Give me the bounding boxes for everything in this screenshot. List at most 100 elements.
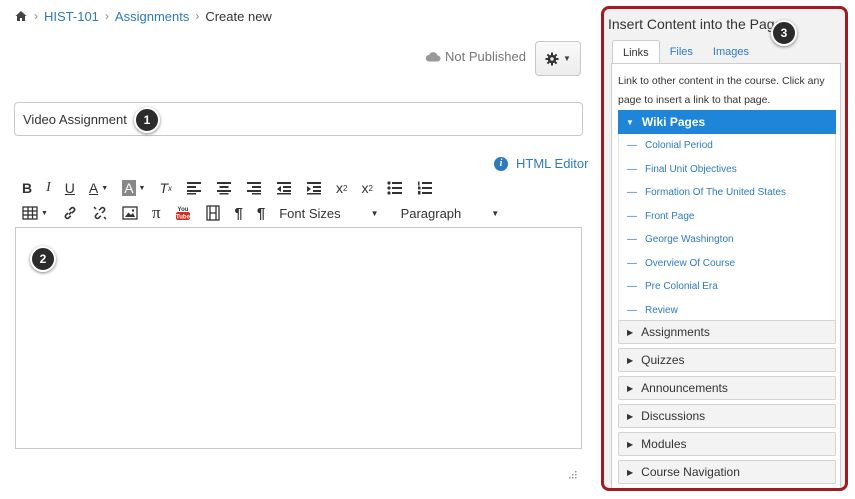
- assignment-title-input[interactable]: [14, 102, 583, 136]
- section-label: Discussions: [641, 409, 706, 423]
- html-editor-link[interactable]: i HTML Editor: [494, 156, 588, 171]
- insert-content-panel: Insert Content into the Page Links Files…: [601, 6, 848, 491]
- font-sizes-label: Font Sizes: [279, 205, 341, 221]
- breadcrumb-assignments-link[interactable]: Assignments: [115, 9, 189, 24]
- caret-down-icon: ▼: [563, 54, 571, 63]
- breadcrumb-current: Create new: [205, 8, 272, 24]
- list-item[interactable]: — Review: [619, 299, 835, 322]
- list-item[interactable]: — George Washington: [619, 228, 835, 252]
- callout-badge-1: 1: [134, 107, 160, 133]
- image-icon[interactable]: [122, 203, 138, 223]
- paragraph-format-select[interactable]: Paragraph ▼: [401, 206, 500, 221]
- panel-title: Insert Content into the Page: [608, 16, 783, 32]
- text-color-icon: A: [88, 180, 99, 196]
- subscript-button[interactable]: x2: [362, 178, 373, 198]
- cloud-icon: [425, 52, 441, 62]
- gear-icon: [545, 52, 559, 65]
- bold-button[interactable]: B: [22, 178, 32, 198]
- dash-icon: —: [627, 210, 637, 222]
- align-center-icon[interactable]: [216, 178, 232, 198]
- links-help-text: Link to other content in the course. Cli…: [618, 75, 825, 106]
- caret-down-icon: ▼: [370, 208, 379, 218]
- align-right-icon[interactable]: [246, 178, 262, 198]
- font-sizes-select[interactable]: Font Sizes ▼: [279, 206, 378, 221]
- wiki-page-link[interactable]: Colonial Period: [645, 140, 713, 151]
- caret-down-icon: ▼: [41, 209, 48, 217]
- table-button[interactable]: ▼: [22, 203, 48, 223]
- section-announcements[interactable]: ▶ Announcements: [618, 376, 836, 400]
- wiki-page-link[interactable]: Front Page: [645, 211, 694, 222]
- wiki-pages-header[interactable]: ▼ Wiki Pages: [618, 110, 836, 134]
- section-label: Quizzes: [641, 353, 685, 367]
- section-label: Announcements: [641, 381, 728, 395]
- italic-button[interactable]: I: [46, 178, 51, 198]
- tab-files[interactable]: Files: [660, 40, 703, 64]
- home-icon[interactable]: [14, 9, 28, 23]
- wiki-page-link[interactable]: Pre Colonial Era: [645, 281, 718, 292]
- publish-status[interactable]: Not Published: [425, 49, 526, 64]
- dash-icon: —: [627, 163, 637, 175]
- link-icon[interactable]: [62, 203, 78, 223]
- youtube-icon[interactable]: YouTube: [175, 203, 191, 223]
- content-sections: ▶ Assignments ▶ Quizzes ▶ Announcements ▶ Di…: [618, 320, 836, 488]
- clear-formatting-button[interactable]: Tx: [159, 178, 172, 198]
- table-icon: [22, 206, 38, 220]
- list-item[interactable]: — Final Unit Objectives: [619, 158, 835, 182]
- resize-grip-icon[interactable]: [569, 471, 577, 479]
- svg-text:Tube: Tube: [176, 215, 191, 221]
- breadcrumb-course-link[interactable]: HIST-101: [44, 9, 99, 24]
- wiki-page-link[interactable]: Final Unit Objectives: [645, 164, 737, 175]
- list-item[interactable]: — Formation Of The United States: [619, 181, 835, 205]
- bullet-list-icon[interactable]: [387, 178, 403, 198]
- list-item[interactable]: — Front Page: [619, 205, 835, 229]
- section-modules[interactable]: ▶ Modules: [618, 432, 836, 456]
- wiki-page-link[interactable]: George Washington: [645, 234, 734, 245]
- section-discussions[interactable]: ▶ Discussions: [618, 404, 836, 428]
- wiki-pages-list[interactable]: — Colonial Period — Final Unit Objectives …: [618, 134, 836, 322]
- rich-content-editor[interactable]: [15, 227, 582, 449]
- wiki-pages-label: Wiki Pages: [641, 115, 706, 129]
- caret-down-icon: ▼: [626, 117, 634, 127]
- caret-down-icon: ▼: [491, 208, 500, 218]
- editor-toolbar-row-2: ▼ π You Tube ¶ ¶ Font Sizes ▼ Paragraph ▼: [22, 203, 499, 223]
- tab-images[interactable]: Images: [703, 40, 759, 64]
- section-course-navigation[interactable]: ▶ Course Navigation: [618, 460, 836, 484]
- callout-badge-2: 2: [30, 246, 56, 272]
- wiki-page-link[interactable]: Review: [645, 305, 678, 316]
- numbered-list-icon[interactable]: [417, 178, 433, 198]
- caret-right-icon: ▶: [627, 439, 634, 449]
- ltr-direction-button[interactable]: ¶: [235, 203, 243, 223]
- outdent-icon[interactable]: [276, 178, 292, 198]
- media-icon[interactable]: [205, 203, 221, 223]
- background-color-icon: A: [122, 180, 136, 196]
- section-quizzes[interactable]: ▶ Quizzes: [618, 348, 836, 372]
- indent-icon[interactable]: [306, 178, 322, 198]
- list-item[interactable]: — Colonial Period: [619, 134, 835, 158]
- section-label: Modules: [641, 437, 687, 451]
- unlink-icon[interactable]: [92, 203, 108, 223]
- publish-status-label: Not Published: [445, 49, 526, 64]
- align-left-icon[interactable]: [186, 178, 202, 198]
- equation-button[interactable]: π: [152, 203, 161, 223]
- caret-right-icon: ▶: [627, 327, 634, 337]
- tab-links[interactable]: Links: [612, 40, 660, 64]
- panel-tabs: Links Files Images: [612, 40, 759, 64]
- background-color-button[interactable]: A ▼: [122, 178, 145, 198]
- caret-right-icon: ▶: [627, 411, 634, 421]
- wiki-page-link[interactable]: Formation Of The United States: [645, 187, 786, 198]
- settings-menu-button[interactable]: ▼: [535, 41, 581, 76]
- list-item[interactable]: — Pre Colonial Era: [619, 275, 835, 299]
- dash-icon: —: [627, 281, 637, 293]
- text-color-button[interactable]: A ▼: [89, 178, 108, 198]
- info-icon: i: [494, 156, 508, 171]
- rtl-direction-button[interactable]: ¶: [257, 203, 265, 223]
- wiki-page-link[interactable]: Overview Of Course: [645, 258, 735, 269]
- section-assignments[interactable]: ▶ Assignments: [618, 320, 836, 344]
- list-item[interactable]: — Overview Of Course: [619, 252, 835, 276]
- superscript-button[interactable]: x2: [336, 178, 347, 198]
- dash-icon: —: [627, 187, 637, 199]
- chevron-right-icon: ›: [195, 9, 200, 23]
- chevron-right-icon: ›: [104, 9, 109, 23]
- underline-button[interactable]: U: [65, 178, 75, 198]
- section-label: Assignments: [641, 325, 710, 339]
